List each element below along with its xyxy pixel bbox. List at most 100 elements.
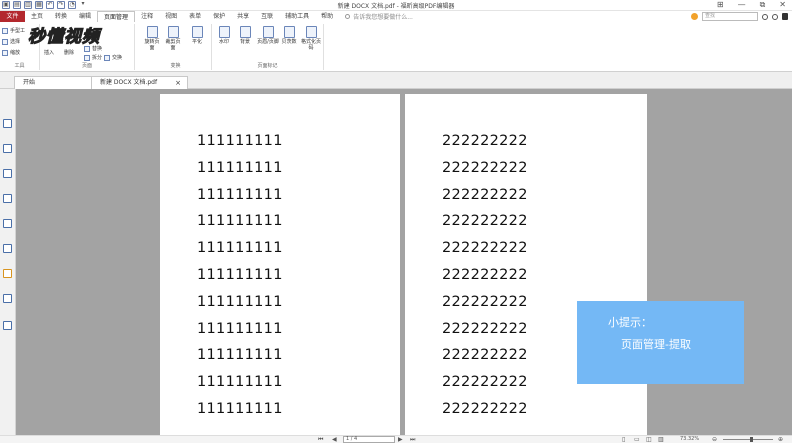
tab-share[interactable]: 共享 xyxy=(231,11,255,22)
tab-accessibility[interactable]: 辅助工具 xyxy=(279,11,315,22)
text-line: 111111111 xyxy=(197,133,283,149)
zoom-level[interactable]: 73.32% xyxy=(680,436,699,443)
insert-button[interactable]: 插入 xyxy=(44,50,54,56)
zoom-in-icon[interactable]: ⊕ xyxy=(778,436,783,443)
tab-convert[interactable]: 转换 xyxy=(49,11,73,22)
text-line: 222222222 xyxy=(442,320,528,337)
bates-number-button[interactable]: 贝茨数 xyxy=(280,26,298,45)
pages-panel-icon[interactable] xyxy=(3,144,12,153)
zoom-out-icon[interactable]: ⊖ xyxy=(712,436,717,443)
security-panel-icon[interactable] xyxy=(3,269,12,278)
minimize-icon[interactable]: — xyxy=(738,0,746,10)
text-line: 222222222 xyxy=(442,240,528,257)
restore-icon[interactable]: ⧉ xyxy=(760,0,766,10)
tab-view[interactable]: 视图 xyxy=(159,11,183,22)
bookmark-panel-icon[interactable] xyxy=(3,119,12,128)
pdf-page-1[interactable]: 111111111 111111111 111111111 111111111 1111… xyxy=(160,94,400,435)
facing-continuous-view-icon[interactable]: ▥ xyxy=(658,436,664,443)
page-number-input[interactable]: 1 / 4 xyxy=(343,436,395,443)
close-icon[interactable]: ✕ xyxy=(779,0,786,10)
ribbon-group-page-marks: 水印 背景 页眉/页脚 贝茨数 格式化页码 页面标记 xyxy=(212,24,324,70)
text-line: 111111111 xyxy=(197,213,283,230)
zoom-tool-button[interactable]: 缩放 xyxy=(2,49,20,56)
menu-bar: 文件 主页 转换 编辑 页面管理 注释 视图 表单 保护 共享 互联 辅助工具 … xyxy=(0,11,792,22)
layout-icon[interactable]: ⊞ xyxy=(717,0,724,10)
group-label-tools: 工具 xyxy=(14,63,25,69)
tab-help[interactable]: 帮助 xyxy=(315,11,339,22)
content-panel-icon[interactable] xyxy=(3,294,12,303)
search-input[interactable]: 查找 xyxy=(702,12,758,21)
next-page-icon[interactable]: ▶ xyxy=(398,436,403,443)
tab-comment[interactable]: 注释 xyxy=(135,11,159,22)
text-line: 222222222 xyxy=(442,213,528,230)
text-line: 222222222 xyxy=(442,400,528,417)
hand-tool-button[interactable]: 手型工 xyxy=(2,27,25,34)
tell-me-box[interactable]: 告诉我您想要做什么... xyxy=(345,12,413,21)
watermark-button[interactable]: 水印 xyxy=(215,26,233,45)
select-tool-button[interactable]: 选择 xyxy=(2,38,20,45)
text-line: 111111111 xyxy=(197,186,283,203)
video-watermark-logo: 秒懂视频 xyxy=(28,26,100,47)
hint-body: 页面管理-提取 xyxy=(621,338,691,351)
header-footer-button[interactable]: 页眉/页脚 xyxy=(257,26,279,45)
text-line: 111111111 xyxy=(197,320,283,337)
menubar-right: 查找 xyxy=(691,12,788,21)
tab-document[interactable]: 新建 DOCX 文档.pdf × xyxy=(91,76,188,89)
crop-pages-button[interactable]: 裁剪页面 xyxy=(164,26,182,51)
close-tab-icon[interactable]: × xyxy=(175,77,181,89)
select-tool-icon xyxy=(2,38,8,45)
rotate-pages-button[interactable]: 旋转页面 xyxy=(143,26,161,51)
text-line: 222222222 xyxy=(442,293,528,310)
swap-button[interactable]: 交换 xyxy=(104,54,122,61)
window-controls: ⊞ — ⧉ ✕ xyxy=(717,0,786,10)
search-icon[interactable] xyxy=(762,13,768,20)
text-line: 222222222 xyxy=(442,347,528,364)
tab-page-management[interactable]: 页面管理 xyxy=(97,11,136,22)
tab-connect[interactable]: 互联 xyxy=(255,11,279,22)
tab-home[interactable]: 主页 xyxy=(25,11,49,22)
group-label-pages: 页面 xyxy=(81,63,92,69)
text-line: 222222222 xyxy=(442,266,528,283)
file-menu[interactable]: 文件 xyxy=(0,11,25,22)
first-page-icon[interactable]: ⏮ xyxy=(318,436,323,443)
skin-icon[interactable] xyxy=(691,13,698,20)
attachments-panel-icon[interactable] xyxy=(3,219,12,228)
text-line: 222222222 xyxy=(442,186,528,203)
background-button[interactable]: 背景 xyxy=(236,26,254,45)
text-line: 222222222 xyxy=(442,133,528,149)
format-page-number-button[interactable]: 格式化页码 xyxy=(300,26,322,51)
zoom-slider-handle[interactable] xyxy=(750,437,753,442)
tab-edit[interactable]: 编辑 xyxy=(73,11,97,22)
hint-overlay: 小提示： 页面管理-提取 xyxy=(577,301,744,384)
page-2-text: 222222222 222222222 222222222 222222222 2222… xyxy=(442,132,528,427)
text-line: 111111111 xyxy=(197,240,283,257)
user-icon[interactable] xyxy=(782,13,788,20)
tab-start[interactable]: 开始 xyxy=(14,76,99,89)
tools-panel-icon[interactable] xyxy=(3,321,12,330)
facing-view-icon[interactable]: ◫ xyxy=(646,436,652,443)
settings-icon[interactable] xyxy=(772,13,778,20)
split-icon xyxy=(84,54,90,61)
left-sidebar xyxy=(0,89,16,443)
flatten-button[interactable]: 平化 xyxy=(188,26,206,45)
tab-form[interactable]: 表单 xyxy=(183,11,207,22)
continuous-view-icon[interactable]: ▭ xyxy=(634,436,640,443)
text-line: 111111111 xyxy=(197,159,283,176)
signature-panel-icon[interactable] xyxy=(3,244,12,253)
vertical-scrollbar[interactable] xyxy=(786,89,792,435)
text-line: 222222222 xyxy=(442,159,528,176)
delete-button[interactable]: 删除 xyxy=(64,50,74,56)
prev-page-icon[interactable]: ◀ xyxy=(332,436,337,443)
split-button[interactable]: 拆分 xyxy=(84,54,102,61)
last-page-icon[interactable]: ⏭ xyxy=(410,436,415,443)
hint-title: 小提示： xyxy=(608,316,652,329)
hand-tool-icon xyxy=(2,27,8,34)
document-tab-bar: 开始 新建 DOCX 文档.pdf × xyxy=(0,72,792,89)
layers-panel-icon[interactable] xyxy=(3,169,12,178)
single-page-view-icon[interactable]: ▯ xyxy=(622,436,625,443)
crop-icon xyxy=(167,26,179,38)
comments-panel-icon[interactable] xyxy=(3,194,12,203)
zoom-slider[interactable] xyxy=(723,439,773,440)
tab-protect[interactable]: 保护 xyxy=(207,11,231,22)
text-line: 111111111 xyxy=(197,400,283,417)
